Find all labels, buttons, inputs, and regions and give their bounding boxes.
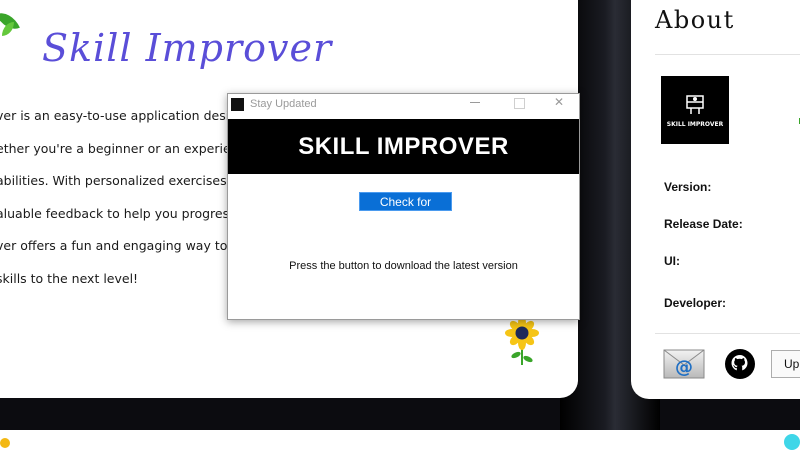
dialog-banner: SKILL IMPROVER [228,119,579,174]
bottom-strip [0,430,800,452]
download-hint-text: Press the button to download the latest … [289,260,518,272]
dialog-titlebar[interactable]: Stay Updated ✕ [228,94,579,116]
github-icon[interactable] [725,349,755,379]
decorative-dot [784,434,800,450]
logo-text: SKILL IMPROVER [666,121,724,128]
release-date-label: Release Date: [664,217,743,231]
app-icon [231,98,244,111]
svg-text:@: @ [675,357,693,378]
dialog-title: Stay Updated [250,98,317,110]
divider [655,333,800,334]
email-icon[interactable]: @ [663,349,705,379]
decorative-dot [0,438,10,448]
minimize-button[interactable] [470,102,480,103]
sunflower-icon [505,316,539,365]
app-title: Skill Improver [42,26,333,70]
about-title: About [655,6,735,34]
check-for-update-button[interactable]: Check for Update [359,192,452,228]
ui-label: UI: [664,254,680,268]
app-logo: SKILL IMPROVER [661,76,729,144]
close-button[interactable]: ✕ [554,95,564,109]
about-panel: About SKILL IMPROVER Version: Release Da… [631,0,800,399]
divider [655,54,800,55]
update-button[interactable]: Up [771,350,800,378]
version-label: Version: [664,180,712,194]
stay-updated-dialog: Stay Updated ✕ SKILL IMPROVER Check for … [227,93,580,320]
logo-graphic-icon [686,95,704,114]
developer-label: Developer: [664,296,727,310]
maximize-button[interactable] [514,98,525,109]
